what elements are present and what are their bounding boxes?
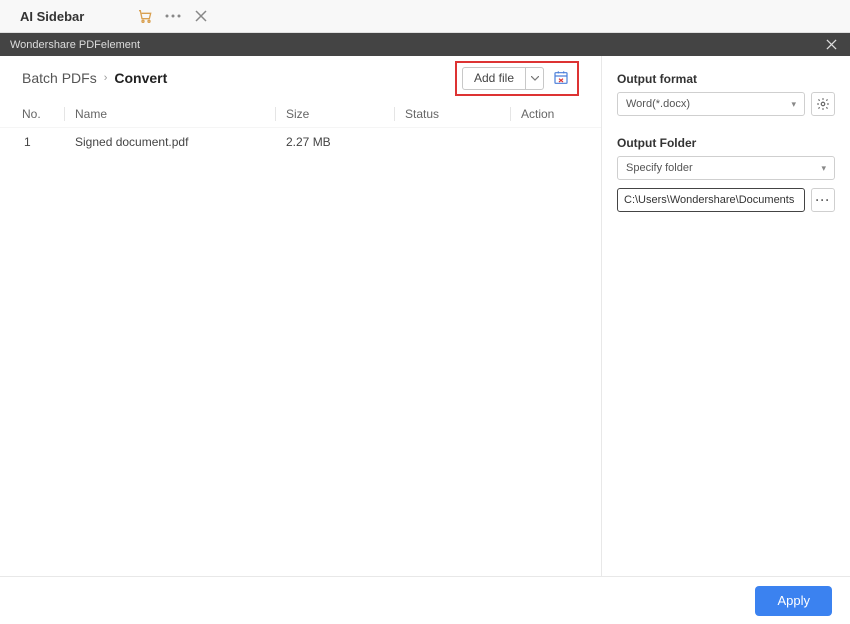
add-file-highlight: Add file <box>455 61 579 96</box>
chevron-down-icon[interactable] <box>525 67 543 90</box>
output-folder-mode-value: Specify folder <box>626 162 693 174</box>
col-header-action: Action <box>511 107 579 121</box>
chevron-right-icon: › <box>104 72 108 84</box>
output-format-value: Word(*.docx) <box>626 98 690 110</box>
col-header-name: Name <box>65 107 275 121</box>
output-format-select[interactable]: Word(*.docx) ▾ <box>617 92 805 116</box>
breadcrumb-current: Convert <box>114 70 167 86</box>
close-panel-icon[interactable] <box>192 7 210 25</box>
add-file-button[interactable]: Add file <box>462 67 544 90</box>
format-settings-button[interactable] <box>811 92 835 116</box>
output-folder-label: Output Folder <box>617 136 835 150</box>
sidebar-title: AI Sidebar <box>20 9 84 24</box>
col-header-no: No. <box>22 107 64 121</box>
col-header-status: Status <box>395 107 510 121</box>
output-folder-mode-select[interactable]: Specify folder ▾ <box>617 156 835 180</box>
clear-list-icon[interactable] <box>552 69 570 87</box>
table-header: No. Name Size Status Action <box>0 100 601 128</box>
cell-no: 1 <box>22 135 64 149</box>
chevron-down-icon: ▾ <box>791 99 796 110</box>
col-header-size: Size <box>276 107 394 121</box>
breadcrumb-root[interactable]: Batch PDFs <box>22 70 97 86</box>
cell-size: 2.27 MB <box>276 135 394 149</box>
chevron-down-icon: ▾ <box>821 163 826 174</box>
output-folder-path-input[interactable] <box>617 188 805 212</box>
more-icon[interactable] <box>164 7 182 25</box>
close-icon[interactable] <box>822 36 840 54</box>
app-title: Wondershare PDFelement <box>10 39 822 51</box>
table-row[interactable]: 1 Signed document.pdf 2.27 MB <box>0 128 601 156</box>
cart-icon[interactable] <box>136 7 154 25</box>
cell-name: Signed document.pdf <box>65 135 275 149</box>
output-format-label: Output format <box>617 72 835 86</box>
browse-folder-button[interactable]: ··· <box>811 188 835 212</box>
apply-button[interactable]: Apply <box>755 586 832 616</box>
add-file-label: Add file <box>463 71 525 85</box>
